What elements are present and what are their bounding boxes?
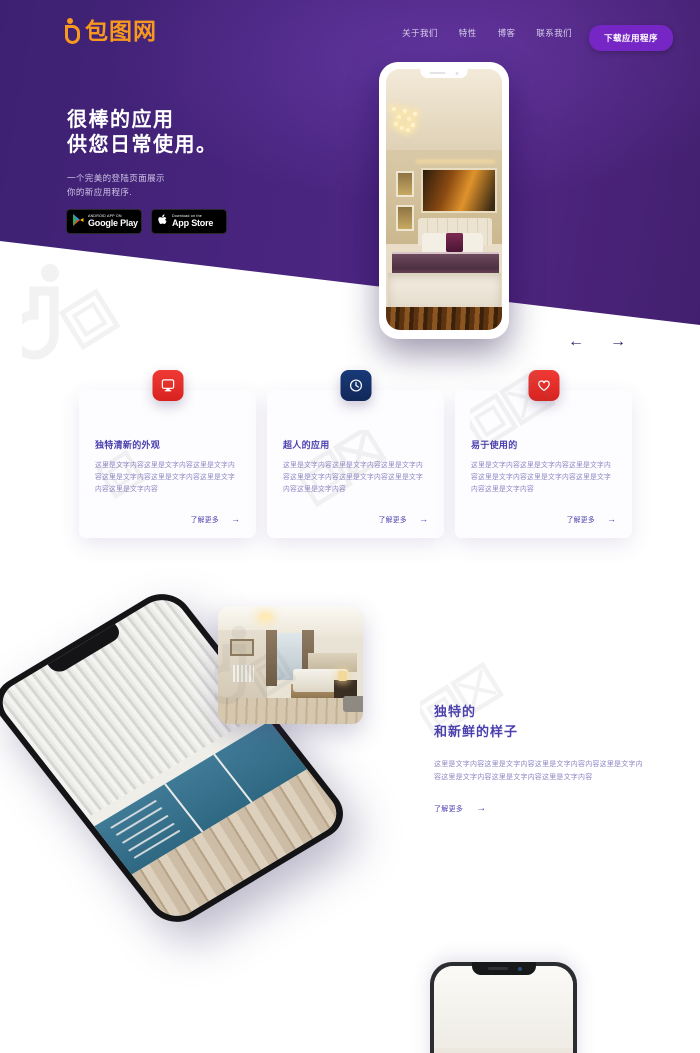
carousel-prev-arrow-icon[interactable]: ←	[568, 334, 584, 350]
landing-page: 包图网 关于我们 特性 博客 联系我们 下载应用程序 很棒的应用 供您日常使用。…	[0, 0, 700, 1053]
hero-title-line1: 很棒的应用	[67, 109, 175, 131]
app-store-big-label: App Store	[172, 218, 214, 229]
arrow-right-icon: →	[231, 513, 240, 524]
hero-copy: 很棒的应用 供您日常使用。 一个完美的登陆页面展示 你的新应用程序.	[67, 108, 327, 199]
showcase-title-line2: 和新鲜的样子	[434, 724, 519, 739]
feature-card[interactable]: 超人的应用 这里是文字内容这里是文字内容这里是文字内容这里是文字内容这里是文字内…	[267, 370, 444, 538]
monitor-icon	[152, 370, 183, 401]
feature-card-title: 易于使用的	[471, 440, 518, 450]
nav-item-features[interactable]: 特性	[459, 27, 477, 39]
bottom-phone-mockup	[430, 962, 577, 1053]
carousel-next-arrow-icon[interactable]: →	[610, 334, 626, 350]
feature-card-text: 这里是文字内容这里是文字内容这里是文字内容这里是文字内容这里是文字内容这里是文字…	[471, 462, 611, 493]
hotel-bedroom-photo	[386, 69, 502, 330]
more-label: 了解更多	[378, 517, 407, 524]
pendant-lights-icon	[389, 79, 438, 147]
hero-phone-screen	[386, 69, 502, 330]
feature-cards: 独特清新的外观 这里是文字内容这里是文字内容这里是文字内容这里是文字内容这里是文…	[0, 370, 700, 562]
showcase-title-line1: 独特的	[434, 704, 477, 719]
hero-subtitle-line1: 一个完美的登陆页面展示	[67, 173, 165, 183]
arrow-right-icon: →	[476, 803, 487, 814]
feature-card-title: 独特清新的外观	[95, 440, 161, 450]
nav-item-contact[interactable]: 联系我们	[536, 27, 572, 39]
feature-card-more-link[interactable]: 了解更多 →	[191, 514, 240, 524]
showcase-section: 独特的 和新鲜的样子 这里是文字内容这里是文字内容这里是文字内容内容这里是文字内…	[0, 584, 700, 932]
feature-card-text: 这里是文字内容这里是文字内容这里是文字内容这里是文字内容这里是文字内容这里是文字…	[95, 462, 235, 493]
hero-title: 很棒的应用 供您日常使用。	[67, 108, 327, 158]
app-store-badge[interactable]: Download on the App Store	[151, 209, 227, 234]
store-badges: ANDROID APP ON Google Play Download on t…	[66, 209, 227, 234]
more-label: 了解更多	[566, 517, 595, 524]
apple-icon	[158, 213, 168, 231]
feature-card[interactable]: 独特清新的外观 这里是文字内容这里是文字内容这里是文字内容这里是文字内容这里是文…	[79, 370, 256, 538]
nav-item-blog[interactable]: 博客	[498, 27, 516, 39]
feature-card-more-link[interactable]: 了解更多 →	[379, 514, 428, 524]
b-mark-icon	[65, 18, 82, 44]
download-app-button[interactable]: 下载应用程序	[588, 25, 673, 51]
nav-links: 关于我们 特性 博客 联系我们	[402, 27, 572, 39]
hero-subtitle: 一个完美的登陆页面展示 你的新应用程序.	[67, 171, 327, 199]
hotel-room-photo	[218, 606, 363, 724]
nav-item-about[interactable]: 关于我们	[402, 27, 438, 39]
top-navigation: 包图网 关于我们 特性 博客 联系我们 下载应用程序	[0, 0, 700, 62]
more-label: 了解更多	[434, 806, 464, 813]
google-play-icon	[73, 213, 84, 231]
showcase-more-link[interactable]: 了解更多 →	[434, 804, 644, 814]
room-interior-photo	[434, 966, 573, 1053]
showcase-copy: 独特的 和新鲜的样子 这里是文字内容这里是文字内容这里是文字内容内容这里是文字内…	[434, 702, 644, 814]
showcase-text: 这里是文字内容这里是文字内容这里是文字内容内容这里是文字内容这里是文字内容这里是…	[434, 761, 643, 781]
hero-subtitle-line2: 你的新应用程序.	[67, 187, 133, 197]
feature-card[interactable]: 易于使用的 这里是文字内容这里是文字内容这里是文字内容这里是文字内容这里是文字内…	[455, 370, 632, 538]
hero-title-line2: 供您日常使用。	[67, 134, 218, 156]
google-play-badge[interactable]: ANDROID APP ON Google Play	[66, 209, 142, 234]
feature-card-title: 超人的应用	[283, 440, 330, 450]
google-play-big-label: Google Play	[88, 218, 138, 229]
brand-logo[interactable]: 包图网	[65, 18, 157, 44]
arrow-right-icon: →	[607, 513, 616, 524]
more-label: 了解更多	[190, 517, 219, 524]
feature-card-more-link[interactable]: 了解更多 →	[567, 514, 616, 524]
carousel-arrows: ← →	[568, 334, 626, 350]
feature-card-text: 这里是文字内容这里是文字内容这里是文字内容这里是文字内容这里是文字内容这里是文字…	[283, 462, 423, 493]
hero-phone-mockup	[379, 62, 509, 339]
heart-icon	[528, 370, 559, 401]
clock-icon	[340, 370, 371, 401]
showcase-title: 独特的 和新鲜的样子	[434, 702, 644, 742]
arrow-right-icon: →	[419, 513, 428, 524]
phone-notch	[471, 962, 536, 975]
watermark	[22, 255, 142, 375]
phone-notch	[420, 69, 468, 78]
brand-name: 包图网	[85, 18, 157, 44]
